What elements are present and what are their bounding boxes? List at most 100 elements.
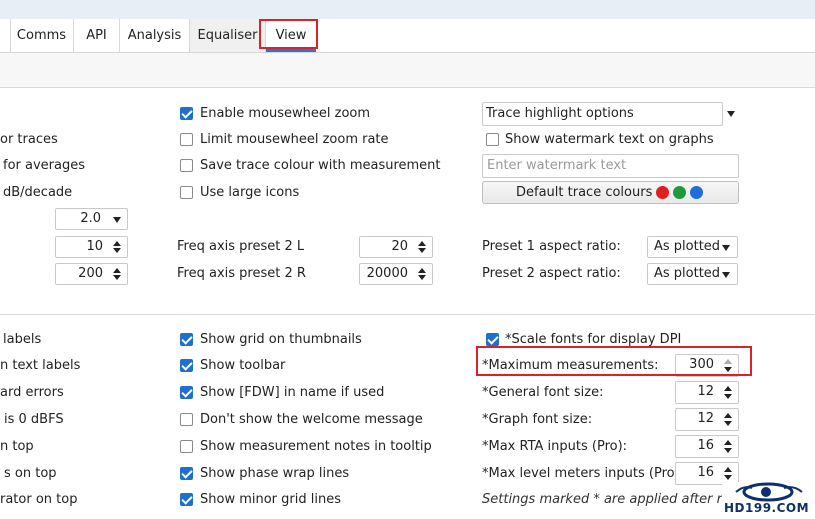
tab-active-underline (266, 49, 316, 52)
checkbox-label: Save trace colour with measurement (200, 158, 441, 173)
general-font-size-spinner[interactable]: 12 (675, 381, 739, 404)
spinner-arrows-icon[interactable] (718, 409, 738, 430)
checkbox-label: Don't show the welcome message (200, 412, 423, 427)
aspect-label: Preset 1 aspect ratio: (482, 239, 621, 254)
tab-label: Analysis (127, 28, 182, 43)
spinner-arrows-icon[interactable] (107, 237, 127, 257)
tab-label: API (86, 28, 107, 43)
spinner-value: 12 (697, 411, 714, 426)
freq-preset-label: Freq axis preset 2 R (177, 266, 306, 281)
select-value: As plotted (654, 239, 721, 254)
left-label: n text labels (0, 358, 81, 373)
input-placeholder: Enter watermark text (487, 158, 627, 173)
save-trace-colour-checkbox[interactable] (180, 159, 193, 172)
freq-preset-label: Freq axis preset 2 L (177, 239, 305, 254)
spinner-arrows-icon[interactable] (718, 382, 738, 403)
spinner-value: 20 (391, 239, 408, 254)
checkbox-label: Limit mousewheel zoom rate (200, 132, 389, 147)
spinner-value: 12 (697, 384, 714, 399)
spinner-arrows-icon[interactable] (718, 463, 738, 484)
left-label: rator on top (0, 492, 78, 507)
green-colour-dot (673, 186, 686, 199)
tab-api[interactable]: API (74, 19, 120, 52)
max-measurements-highlight-box (476, 346, 752, 376)
left-label: is 0 dBFS (4, 412, 64, 427)
spinner-label: *General font size: (482, 385, 604, 400)
tab-label: Equaliser (197, 28, 258, 43)
tab-analysis[interactable]: Analysis (120, 19, 190, 52)
watermark-text-input[interactable]: Enter watermark text (482, 154, 739, 178)
tab-label: Comms (16, 28, 67, 43)
chevron-down-icon (722, 245, 730, 251)
enable-mousewheel-zoom-checkbox[interactable] (180, 107, 193, 120)
spinner-arrows-icon[interactable] (412, 264, 432, 284)
preset2-aspect-select[interactable]: As plotted (647, 263, 738, 285)
spinner-arrows-icon[interactable] (718, 436, 738, 457)
red-colour-dot (656, 186, 669, 199)
default-trace-colours-button[interactable]: Default trace colours (482, 181, 739, 204)
phase-wrap-checkbox[interactable] (180, 467, 193, 480)
checkbox-label: Show grid on thumbnails (200, 332, 362, 347)
restart-note: Settings marked * are applied after rest… (482, 492, 761, 507)
view-tab-highlight-box (259, 19, 318, 49)
spinner-value: 16 (697, 438, 714, 453)
checkbox-label: Show measurement notes in tooltip (200, 439, 432, 454)
left-label: ard errors (0, 385, 64, 400)
minor-grid-checkbox[interactable] (180, 493, 193, 506)
select-value: Trace highlight options (486, 106, 634, 121)
scale-fonts-checkbox[interactable] (486, 333, 499, 346)
preset1-aspect-select[interactable]: As plotted (647, 236, 738, 258)
divider (0, 314, 815, 315)
show-toolbar-checkbox[interactable] (180, 359, 193, 372)
hide-welcome-checkbox[interactable] (180, 413, 193, 426)
checkbox-label: Show [FDW] in name if used (200, 385, 385, 400)
line-width-select[interactable]: 2.0 (55, 208, 128, 230)
select-value: 2.0 (80, 211, 101, 226)
button-label: Default trace colours (516, 185, 653, 200)
tab-comms[interactable]: Comms (10, 19, 74, 52)
trace-highlight-select[interactable]: Trace highlight options (482, 102, 723, 126)
spinner-1[interactable]: 10 (55, 236, 128, 258)
spinner-label: *Max level meters inputs (Pro): (482, 466, 685, 481)
left-label: dB/decade (3, 185, 73, 200)
spinner-2[interactable]: 200 (55, 263, 128, 285)
notes-tooltip-checkbox[interactable] (180, 440, 193, 453)
limit-zoom-rate-checkbox[interactable] (180, 133, 193, 146)
freq-preset-2l-spinner[interactable]: 20 (359, 236, 433, 258)
max-rta-inputs-spinner[interactable]: 16 (675, 435, 739, 458)
chevron-down-icon (113, 217, 121, 223)
freq-preset-2r-spinner[interactable]: 20000 (359, 263, 433, 285)
checkbox-label: Use large icons (200, 185, 300, 200)
chevron-down-icon (722, 272, 730, 278)
aspect-label: Preset 2 aspect ratio: (482, 266, 621, 281)
hd199-logo: HD199.COM (722, 482, 815, 515)
spinner-arrows-icon[interactable] (412, 237, 432, 257)
show-watermark-checkbox[interactable] (486, 133, 499, 146)
chevron-down-icon[interactable] (727, 111, 735, 117)
checkbox-label: Show toolbar (200, 358, 286, 373)
spinner-label: *Graph font size: (482, 412, 593, 427)
window-top-strip (0, 0, 815, 20)
spinner-arrows-icon[interactable] (107, 264, 127, 284)
tab-equaliser[interactable]: Equaliser (190, 19, 266, 52)
spinner-value: 16 (697, 465, 714, 480)
checkbox-label: Show phase wrap lines (200, 466, 350, 481)
spinner-value: 200 (78, 266, 103, 281)
checkbox-label: Enable mousewheel zoom (200, 106, 371, 121)
logo-text: HD199.COM (724, 501, 810, 515)
graph-font-size-spinner[interactable]: 12 (675, 408, 739, 431)
blue-colour-dot (690, 186, 703, 199)
show-fdw-checkbox[interactable] (180, 386, 193, 399)
spinner-value: 20000 (366, 266, 408, 281)
select-value: As plotted (654, 266, 721, 281)
spinner-value: 10 (86, 239, 103, 254)
spinner-label: *Max RTA inputs (Pro): (482, 439, 628, 454)
show-grid-thumbnails-checkbox[interactable] (180, 333, 193, 346)
left-label: s on top (4, 466, 57, 481)
left-label: n top (0, 439, 34, 454)
use-large-icons-checkbox[interactable] (180, 186, 193, 199)
checkbox-label: Show watermark text on graphs (505, 132, 714, 147)
tab-bar: Comms API Analysis Equaliser View (0, 19, 815, 53)
left-label: for averages (3, 158, 85, 173)
checkbox-label: Show minor grid lines (200, 492, 341, 507)
